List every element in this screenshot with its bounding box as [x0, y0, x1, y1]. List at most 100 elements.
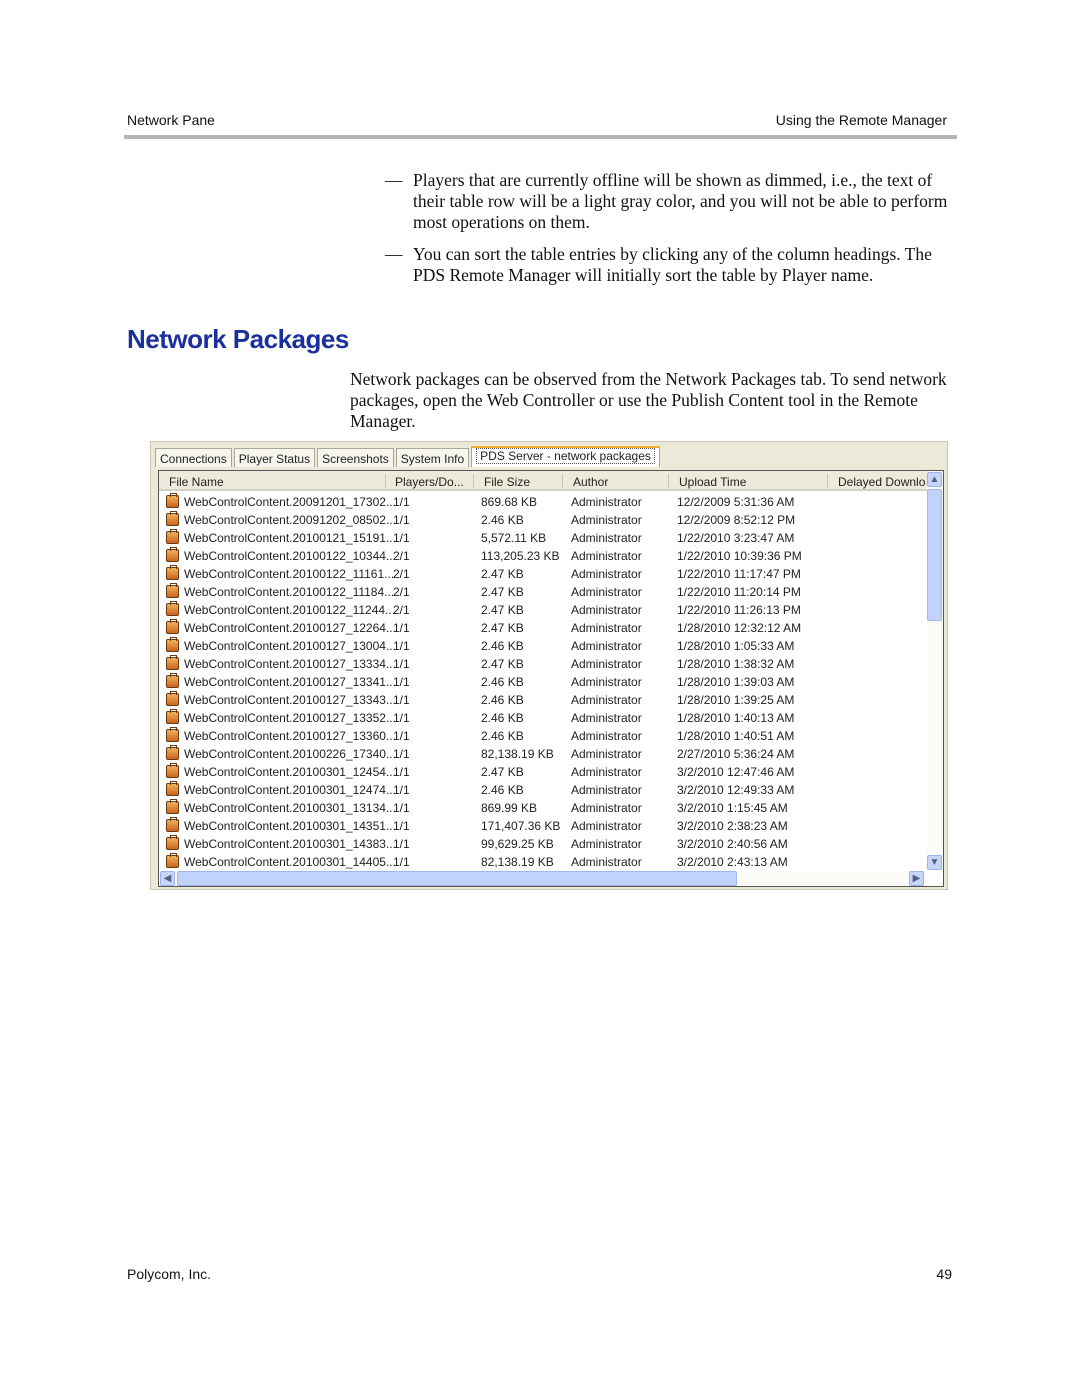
tab-pds-server-network-packages[interactable]: PDS Server - network packages	[471, 446, 660, 467]
scroll-right-icon[interactable]: ▶	[909, 871, 924, 886]
cell-players: 1/1	[393, 729, 410, 743]
horizontal-scroll-thumb[interactable]	[177, 871, 737, 886]
cell-upload-time: 1/22/2010 10:39:36 PM	[677, 549, 802, 563]
table-row[interactable]: WebControlContent.20100122_11244... 2/1 2.…	[159, 601, 927, 619]
cell-author: Administrator	[571, 855, 642, 869]
cell-players: 1/1	[393, 495, 410, 509]
cell-file-size: 2.47 KB	[481, 657, 524, 671]
cell-players: 1/1	[393, 711, 410, 725]
cell-file-name: WebControlContent.20100301_13134...	[184, 801, 396, 815]
cell-players: 1/1	[393, 819, 410, 833]
table-row[interactable]: WebControlContent.20100127_12264... 1/1 2.…	[159, 619, 927, 637]
horizontal-scrollbar[interactable]: ◀ ▶	[159, 871, 927, 886]
cell-upload-time: 3/2/2010 2:40:56 AM	[677, 837, 788, 851]
cell-file-name: WebControlContent.20100127_13343...	[184, 693, 396, 707]
cell-file-name: WebControlContent.20100127_13004...	[184, 639, 396, 653]
section-title: Network Packages	[127, 324, 349, 354]
cell-players: 1/1	[393, 837, 410, 851]
column-header-row: File Name Players/Do... File Size Author…	[159, 471, 927, 491]
cell-upload-time: 1/22/2010 11:17:47 PM	[677, 567, 801, 581]
cell-upload-time: 3/2/2010 2:38:23 AM	[677, 819, 788, 833]
package-icon	[166, 781, 179, 796]
cell-file-size: 171,407.36 KB	[481, 819, 561, 833]
table-row[interactable]: WebControlContent.20100127_13334... 1/1 2.…	[159, 655, 927, 673]
scroll-down-icon[interactable]: ▼	[927, 855, 942, 870]
cell-upload-time: 1/28/2010 1:39:25 AM	[677, 693, 795, 707]
scroll-left-icon[interactable]: ◀	[160, 871, 175, 886]
cell-upload-time: 1/28/2010 1:40:51 AM	[677, 729, 795, 743]
cell-file-name: WebControlContent.20091201_17302...	[184, 495, 396, 509]
column-players[interactable]: Players/Do...	[395, 475, 464, 489]
table-row[interactable]: WebControlContent.20100301_12454... 1/1 2.…	[159, 763, 927, 781]
table-row[interactable]: WebControlContent.20100127_13352... 1/1 2.…	[159, 709, 927, 727]
column-upload-time[interactable]: Upload Time	[679, 475, 746, 489]
table-row[interactable]: WebControlContent.20100127_13341... 1/1 2.…	[159, 673, 927, 691]
cell-players: 1/1	[393, 765, 410, 779]
package-icon	[166, 619, 179, 634]
vertical-scroll-thumb[interactable]	[927, 489, 942, 621]
table-row[interactable]: WebControlContent.20100226_17340... 1/1 82…	[159, 745, 927, 763]
cell-author: Administrator	[571, 531, 642, 545]
bullet-dash: —	[385, 170, 403, 190]
cell-players: 1/1	[393, 693, 410, 707]
table-row[interactable]: WebControlContent.20100122_11161... 2/1 2.…	[159, 565, 927, 583]
cell-upload-time: 3/2/2010 2:43:13 AM	[677, 855, 788, 869]
cell-file-name: WebControlContent.20100301_12474...	[184, 783, 396, 797]
cell-author: Administrator	[571, 639, 642, 653]
table-row[interactable]: WebControlContent.20100301_13134... 1/1 86…	[159, 799, 927, 817]
cell-author: Administrator	[571, 765, 642, 779]
cell-author: Administrator	[571, 801, 642, 815]
table-row[interactable]: WebControlContent.20091201_17302... 1/1 86…	[159, 493, 927, 511]
tab-screenshots[interactable]: Screenshots	[317, 448, 394, 467]
table-row[interactable]: WebControlContent.20100301_14351... 1/1 17…	[159, 817, 927, 835]
column-file-name[interactable]: File Name	[169, 475, 224, 489]
column-divider[interactable]	[385, 474, 386, 488]
cell-author: Administrator	[571, 603, 642, 617]
table-row[interactable]: WebControlContent.20100127_13004... 1/1 2.…	[159, 637, 927, 655]
cell-players: 1/1	[393, 855, 410, 869]
package-icon	[166, 637, 179, 652]
package-icon	[166, 709, 179, 724]
table-row[interactable]: WebControlContent.20091202_08502... 1/1 2.…	[159, 511, 927, 529]
table-row[interactable]: WebControlContent.20100301_14405... 1/1 82…	[159, 853, 927, 871]
column-author[interactable]: Author	[573, 475, 608, 489]
cell-author: Administrator	[571, 567, 642, 581]
package-icon	[166, 601, 179, 616]
cell-upload-time: 1/28/2010 1:39:03 AM	[677, 675, 795, 689]
table-row[interactable]: WebControlContent.20100301_12474... 1/1 2.…	[159, 781, 927, 799]
cell-file-size: 2.46 KB	[481, 639, 524, 653]
table-row[interactable]: WebControlContent.20100301_14383... 1/1 99…	[159, 835, 927, 853]
column-divider[interactable]	[473, 474, 474, 488]
cell-file-size: 82,138.19 KB	[481, 747, 554, 761]
cell-file-name: WebControlContent.20100127_12264...	[184, 621, 396, 635]
table-row[interactable]: WebControlContent.20100127_13360... 1/1 2.…	[159, 727, 927, 745]
header-rule	[124, 135, 957, 139]
column-delayed-download[interactable]: Delayed Downloa	[838, 475, 926, 489]
vertical-scrollbar[interactable]: ▲ ▼	[927, 471, 943, 871]
cell-upload-time: 3/2/2010 12:49:33 AM	[677, 783, 795, 797]
tab-connections[interactable]: Connections	[155, 448, 232, 467]
tab-player-status[interactable]: Player Status	[233, 448, 316, 467]
column-file-size[interactable]: File Size	[484, 475, 530, 489]
table-row[interactable]: WebControlContent.20100127_13343... 1/1 2.…	[159, 691, 927, 709]
column-divider[interactable]	[562, 474, 563, 488]
running-header-left: Network Pane	[127, 112, 215, 128]
package-icon	[166, 853, 179, 868]
cell-author: Administrator	[571, 585, 642, 599]
cell-upload-time: 1/22/2010 3:23:47 AM	[677, 531, 795, 545]
cell-file-size: 113,205.23 KB	[481, 549, 560, 563]
scroll-up-icon[interactable]: ▲	[927, 472, 942, 487]
cell-file-size: 2.46 KB	[481, 513, 524, 527]
tab-system-info[interactable]: System Info	[395, 448, 470, 467]
column-divider[interactable]	[827, 474, 828, 488]
tab-label: PDS Server - network packages	[476, 448, 655, 464]
package-icon	[166, 493, 179, 508]
table-row[interactable]: WebControlContent.20100122_10344... 2/1 11…	[159, 547, 927, 565]
cell-file-size: 2.47 KB	[481, 621, 524, 635]
page-number: 49	[936, 1266, 952, 1282]
tab-bar: Connections Player Status Screenshots Sy…	[155, 446, 662, 467]
table-row[interactable]: WebControlContent.20100121_15191... 1/1 5,…	[159, 529, 927, 547]
cell-author: Administrator	[571, 837, 642, 851]
column-divider[interactable]	[668, 474, 669, 488]
table-row[interactable]: WebControlContent.20100122_11184... 2/1 2.…	[159, 583, 927, 601]
